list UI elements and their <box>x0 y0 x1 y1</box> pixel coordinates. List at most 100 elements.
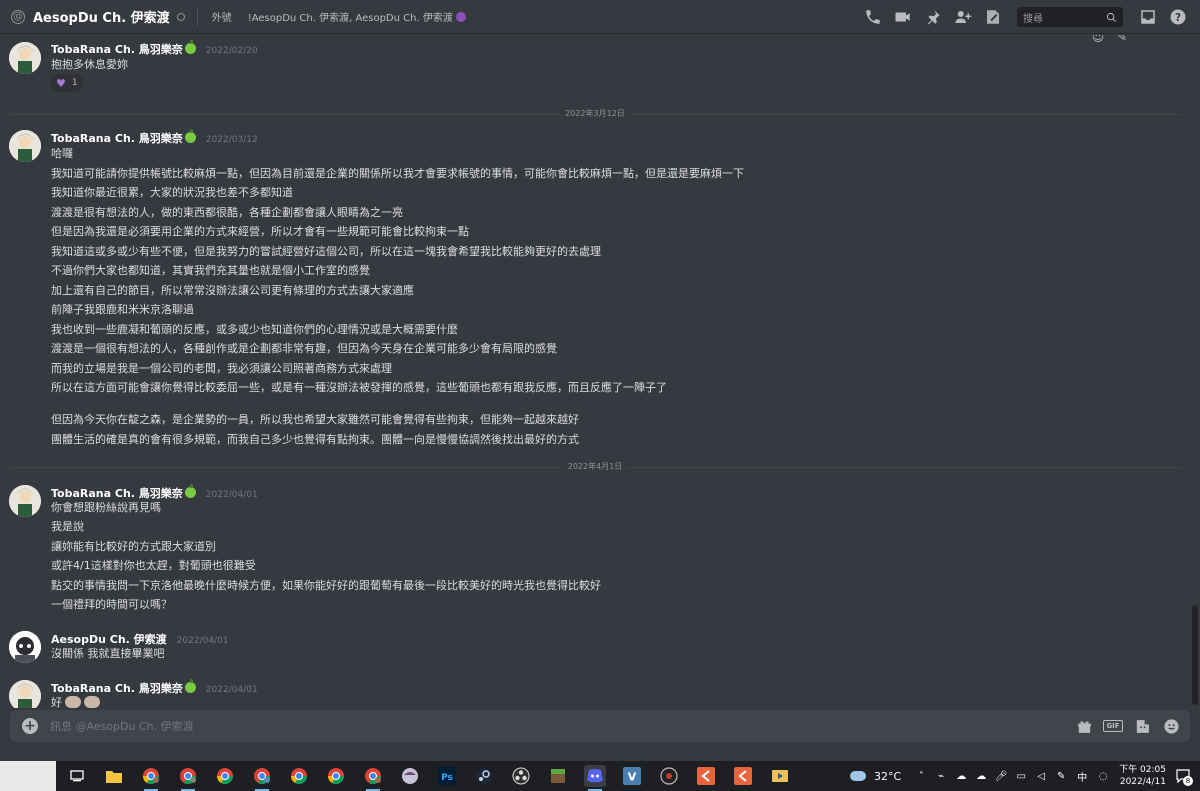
edit-icon[interactable]: ✎ <box>1112 35 1132 44</box>
pen-icon[interactable]: ✎ <box>1055 770 1067 782</box>
ime-indicator[interactable]: 中 <box>1077 769 1087 784</box>
microphone-icon[interactable]: 🎤︎ <box>995 770 1008 782</box>
message-text: 讓妳能有比較好的方式跟大家道別 <box>51 540 216 553</box>
add-reaction-icon[interactable]: ☺ <box>1088 35 1108 44</box>
avatar[interactable] <box>9 680 41 708</box>
message-text: 抱抱多休息愛妳 <box>51 58 128 71</box>
voice-call-icon[interactable] <box>863 7 883 27</box>
inbox-notes-icon[interactable] <box>983 7 1003 27</box>
channel-header: @ AesopDu Ch. 伊索渡 外號 !AesopDu Ch. 伊索渡, A… <box>0 0 1200 34</box>
minecraft-icon[interactable] <box>547 765 569 787</box>
message-author[interactable]: TobaRana Ch. 鳥羽樂奈 2022/03/12 <box>51 129 258 146</box>
message-text: 團體生活的確是真的會有很多規範，而我自己多少也覺得有點拘束。團體一向是慢慢協調然… <box>51 433 579 446</box>
help-icon[interactable]: ? <box>1168 7 1188 27</box>
sticker-icon[interactable] <box>1133 717 1151 735</box>
channel-title: AesopDu Ch. 伊索渡 <box>33 11 170 26</box>
chevron-up-icon[interactable]: ˄ <box>915 770 927 782</box>
avatar[interactable] <box>9 130 41 162</box>
search-bar[interactable]: 搜尋 <box>1017 7 1123 27</box>
apple-badge-icon <box>184 40 196 54</box>
inbox-icon[interactable] <box>1138 7 1158 27</box>
scrollbar[interactable] <box>1191 35 1199 708</box>
message-group: TobaRana Ch. 鳥羽樂奈 2022/02/20 抱抱多休息愛妳 ♥ 1 ☺… <box>0 35 1180 95</box>
cloud-sync-icon[interactable]: ☁ <box>975 770 987 782</box>
message-group: AesopDu Ch. 伊索渡 2022/04/01 沒關係 我就直接畢業吧 <box>0 629 1180 669</box>
author-name: TobaRana Ch. 鳥羽樂奈 <box>51 132 183 145</box>
chrome-icon[interactable] <box>214 765 236 787</box>
message-timestamp: 2022/04/01 <box>176 636 229 646</box>
vscode-icon[interactable]: V <box>621 765 643 787</box>
message-text: 我是說 <box>51 520 84 533</box>
message-group: TobaRana Ch. 鳥羽樂奈 2022/03/12 哈囉 我知道可能請你提供… <box>0 127 1180 453</box>
avatar[interactable] <box>9 631 41 663</box>
gif-button[interactable]: GIF <box>1103 717 1123 735</box>
svg-text:?: ? <box>1175 12 1181 24</box>
reaction-count: 1 <box>71 78 78 88</box>
channel-topic[interactable]: !AesopDu Ch. 伊索渡, AesopDu Ch. 伊索渡 <box>248 9 466 24</box>
chrome-profile-icon[interactable] <box>251 765 273 791</box>
message-timestamp: 2022/04/01 <box>205 685 258 695</box>
scrollbar-thumb[interactable] <box>1192 605 1198 705</box>
add-friend-icon[interactable] <box>953 7 973 27</box>
task-view-icon[interactable] <box>66 765 88 787</box>
steam-icon[interactable] <box>473 765 495 787</box>
search-icon <box>1106 12 1116 22</box>
apple-badge-icon <box>184 679 196 693</box>
taskbar-search-area[interactable] <box>0 761 56 791</box>
chrome-icon[interactable] <box>325 765 347 787</box>
photoshop-icon[interactable]: Ps <box>436 765 458 787</box>
chrome-profile-icon[interactable] <box>362 765 384 791</box>
volume-icon[interactable]: ◁ <box>1035 770 1047 782</box>
message-timestamp: 2022/03/12 <box>205 135 258 145</box>
chrome-icon[interactable] <box>140 765 162 791</box>
obs-icon[interactable] <box>510 765 532 787</box>
network-icon[interactable]: ▭ <box>1015 770 1027 782</box>
file-explorer-icon[interactable] <box>103 765 125 787</box>
reaction-pill[interactable]: ♥ 1 <box>51 74 83 92</box>
message-list[interactable]: TobaRana Ch. 鳥羽樂奈 2022/02/20 抱抱多休息愛妳 ♥ 1 ☺… <box>0 35 1190 708</box>
purple-heart-icon: ♥ <box>56 76 66 90</box>
clock-date: 2022/4/11 <box>1119 777 1166 787</box>
header-divider <box>196 7 198 26</box>
message-text-content: 好 <box>51 696 62 708</box>
gift-icon[interactable] <box>1075 717 1093 735</box>
onedrive-icon[interactable]: ☁ <box>955 770 967 782</box>
message-author[interactable]: TobaRana Ch. 鳥羽樂奈 2022/02/20 <box>51 40 258 57</box>
topic-emoji-icon <box>455 12 466 22</box>
search-placeholder: 搜尋 <box>1023 13 1043 25</box>
message-text: 好 <box>51 694 100 708</box>
message-input[interactable] <box>50 719 1064 733</box>
apple-badge-icon <box>184 484 196 498</box>
message-text: 哈囉 <box>51 147 73 160</box>
message-text: 渡渡是一個很有想法的人，各種創作或是企劃都非常有趣，但因為今天身在企業可能多少會… <box>51 342 557 355</box>
discord-icon[interactable] <box>584 765 606 791</box>
system-clock[interactable]: 下午 02:05 2022/4/11 <box>1119 764 1166 788</box>
message-text: 我知道你最近很累，大家的狀況我也差不多都知道 <box>51 186 293 199</box>
app-orange-icon[interactable] <box>695 765 717 787</box>
chrome-profile-icon[interactable] <box>177 765 199 791</box>
video-call-icon[interactable] <box>893 7 913 27</box>
notification-count: 8 <box>1183 776 1193 786</box>
message-group: TobaRana Ch. 鳥羽樂奈 2022/04/01 好 <box>0 678 1180 708</box>
app-orange-icon[interactable] <box>732 765 754 787</box>
message-text: 渡渡是很有想法的人，做的東西都很酷，各種企劃都會讓人眼睛為之一亮 <box>51 206 403 219</box>
clock-time: 下午 02:05 <box>1119 765 1166 775</box>
emoji-icon[interactable] <box>1162 717 1180 735</box>
avatar[interactable] <box>9 42 41 74</box>
weather-widget[interactable]: 32°C <box>850 770 901 783</box>
input-mode-icon[interactable]: ◌ <box>1097 770 1109 782</box>
message-text: 點交的事情我問一下京洛他最晚什麼時候方便，如果你能好好的跟葡萄有最後一段比較美好… <box>51 579 601 592</box>
temperature: 32°C <box>874 769 902 783</box>
app-avatar-icon[interactable] <box>399 765 421 787</box>
notification-center-icon[interactable]: 8 <box>1174 767 1193 786</box>
chrome-icon[interactable] <box>288 765 310 787</box>
avatar[interactable] <box>9 485 41 517</box>
pin-icon[interactable] <box>923 7 943 27</box>
message-text: 一個禮拜的時間可以嗎？ <box>51 598 172 611</box>
video-editor-icon[interactable] <box>769 765 791 787</box>
upload-plus-button[interactable]: + <box>22 718 38 734</box>
at-icon: @ <box>11 9 25 24</box>
media-player-icon[interactable] <box>658 765 680 787</box>
usb-icon[interactable]: ⌁ <box>935 770 947 782</box>
message-text: 但因為今天你在靛之森，是企業勢的一員，所以我也希望大家雖然可能會覺得有些拘束，但… <box>51 413 579 426</box>
